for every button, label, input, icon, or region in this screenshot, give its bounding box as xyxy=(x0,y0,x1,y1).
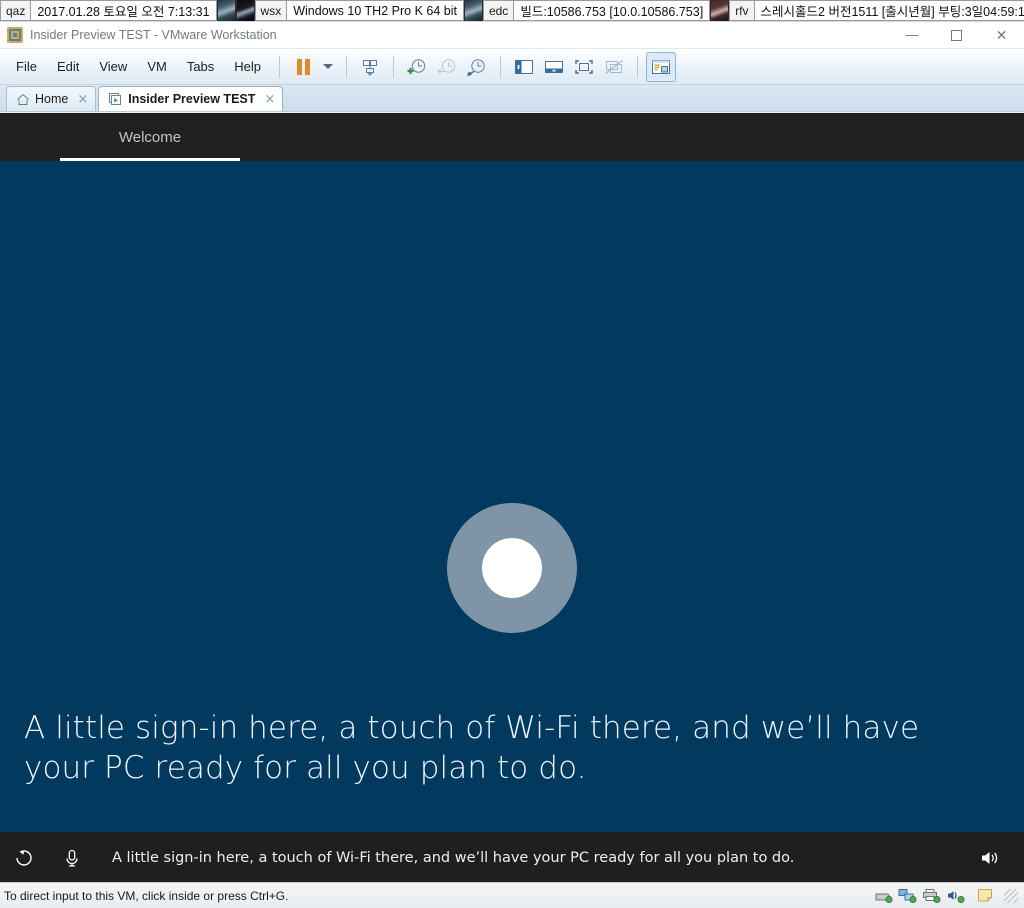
taskbar-thumbnail[interactable] xyxy=(235,0,255,21)
replay-button[interactable] xyxy=(0,832,48,883)
pause-icon xyxy=(296,58,310,75)
resize-grip[interactable] xyxy=(1004,888,1018,903)
taskbar-thumbnail[interactable] xyxy=(216,0,236,21)
taskbar-entry-value: 스레시홀드2 버전1511 [출시년월] 부팅:3일04:59:15 xyxy=(753,0,1024,21)
vm-tab-strip: Home × Insider Preview TEST × xyxy=(0,85,1024,112)
menu-view[interactable]: View xyxy=(90,55,136,78)
taskbar-entry-key: edc xyxy=(482,0,514,21)
oobe-tab-active-indicator xyxy=(60,158,240,161)
taskbar-entry-key: qaz xyxy=(0,0,31,21)
oobe-tab-welcome[interactable]: Welcome xyxy=(60,113,240,161)
taskbar-entry-value: 빌드:10586.753 [10.0.10586.753] xyxy=(513,0,711,21)
tab-home[interactable]: Home × xyxy=(6,86,97,111)
toolbar-separator xyxy=(279,55,281,78)
console-view-icon xyxy=(652,59,671,74)
printer-icon[interactable] xyxy=(922,886,941,905)
taskbar-entry-key: wsx xyxy=(254,0,287,21)
taskbar-entry[interactable]: edc 빌드:10586.753 [10.0.10586.753] xyxy=(482,0,711,21)
show-thumbnail-bar-button[interactable] xyxy=(539,52,569,82)
fullscreen-icon xyxy=(575,59,593,74)
home-icon xyxy=(16,93,30,106)
system-taskbar-strip: qaz 2017.01.28 토요일 오전 7:13:31 wsx Window… xyxy=(0,0,1024,21)
toolbar-separator xyxy=(500,55,502,78)
show-sidebar-button[interactable] xyxy=(509,52,539,82)
tab-insider-preview-test[interactable]: Insider Preview TEST × xyxy=(98,86,284,111)
window-titlebar: Insider Preview TEST - VMware Workstatio… xyxy=(0,22,1024,49)
toolbar-separator xyxy=(346,55,348,78)
toolbar-separator xyxy=(393,55,395,78)
vm-icon xyxy=(108,92,123,106)
microphone-button[interactable] xyxy=(48,832,96,883)
fullscreen-button[interactable] xyxy=(569,52,599,82)
thumbnail-bar-icon xyxy=(545,60,564,73)
suspend-dropdown[interactable] xyxy=(318,52,338,82)
cortana-inner-dot xyxy=(482,538,542,598)
unity-mode-button[interactable] xyxy=(599,52,629,82)
snapshot-revert-icon xyxy=(437,58,456,74)
network-adapter-icon[interactable] xyxy=(898,886,917,905)
taskbar-entry[interactable]: qaz 2017.01.28 토요일 오전 7:13:31 xyxy=(0,0,217,21)
taskbar-entry-value: 2017.01.28 토요일 오전 7:13:31 xyxy=(30,0,217,21)
note-icon[interactable] xyxy=(976,886,995,905)
status-message: To direct input to this VM, click inside… xyxy=(4,888,289,903)
snapshot-manager-icon xyxy=(467,58,485,76)
status-device-icons xyxy=(874,883,1018,908)
replay-icon xyxy=(16,849,32,866)
power-down-icon xyxy=(363,59,378,76)
taskbar-entry-value: Windows 10 TH2 Pro K 64 bit xyxy=(286,0,464,21)
oobe-caption-text: A little sign-in here, a touch of Wi-Fi … xyxy=(112,849,795,866)
oobe-tab-welcome-label: Welcome xyxy=(118,128,182,146)
vm-guest-screen[interactable]: Welcome A little sign-in here, a touch o… xyxy=(0,113,1024,883)
vmware-icon xyxy=(7,27,23,43)
cortana-circle-icon xyxy=(447,503,577,633)
sidebar-icon xyxy=(515,59,534,74)
window-title: Insider Preview TEST - VMware Workstatio… xyxy=(30,28,277,42)
menu-help[interactable]: Help xyxy=(225,55,270,78)
take-snapshot-button[interactable] xyxy=(402,52,432,82)
vmware-status-bar: To direct input to this VM, click inside… xyxy=(0,882,1024,908)
close-button[interactable]: ✕ xyxy=(979,22,1024,49)
unity-mode-icon xyxy=(605,59,623,74)
menu-tabs[interactable]: Tabs xyxy=(178,55,223,78)
oobe-message: A little sign-in here, a touch of Wi-Fi … xyxy=(24,710,920,786)
taskbar-entry[interactable]: rfv 스레시홀드2 버전1511 [출시년월] 부팅:3일04:59:15 xyxy=(729,0,1024,21)
oobe-header: Welcome xyxy=(0,113,1024,161)
chevron-down-icon xyxy=(323,64,334,69)
taskbar-entry[interactable]: wsx Windows 10 TH2 Pro K 64 bit xyxy=(254,0,464,21)
oobe-bottom-bar: A little sign-in here, a touch of Wi-Fi … xyxy=(0,832,1024,883)
snapshot-manager-button[interactable] xyxy=(462,52,492,82)
tab-insider-preview-test-label: Insider Preview TEST xyxy=(128,92,256,106)
window-controls: ✕ xyxy=(889,22,1024,49)
menu-vm[interactable]: VM xyxy=(138,55,176,78)
menu-edit[interactable]: Edit xyxy=(48,55,88,78)
tab-home-label: Home xyxy=(35,92,69,106)
minimize-button[interactable] xyxy=(889,22,934,49)
sound-card-icon[interactable] xyxy=(946,886,965,905)
revert-snapshot-button[interactable] xyxy=(432,52,462,82)
vmware-workstation-window: Insider Preview TEST - VMware Workstatio… xyxy=(0,21,1024,908)
volume-button[interactable] xyxy=(968,832,1012,883)
speaker-icon xyxy=(982,851,998,864)
hard-disk-icon[interactable] xyxy=(874,886,893,905)
taskbar-thumbnail[interactable] xyxy=(463,0,483,21)
console-view-button[interactable] xyxy=(646,51,677,82)
microphone-icon xyxy=(66,849,78,866)
tab-insider-preview-test-close-icon[interactable]: × xyxy=(264,92,275,107)
menu-file[interactable]: File xyxy=(7,55,46,78)
power-button[interactable] xyxy=(355,52,385,82)
menu-and-toolbar: File Edit View VM Tabs Help xyxy=(0,49,1024,85)
suspend-button[interactable] xyxy=(288,52,318,82)
maximize-button[interactable] xyxy=(934,22,979,49)
tab-home-close-icon[interactable]: × xyxy=(77,92,88,107)
toolbar-separator xyxy=(637,55,639,78)
snapshot-add-icon xyxy=(407,58,426,74)
taskbar-entry-key: rfv xyxy=(729,0,754,21)
taskbar-thumbnail[interactable] xyxy=(710,0,730,21)
